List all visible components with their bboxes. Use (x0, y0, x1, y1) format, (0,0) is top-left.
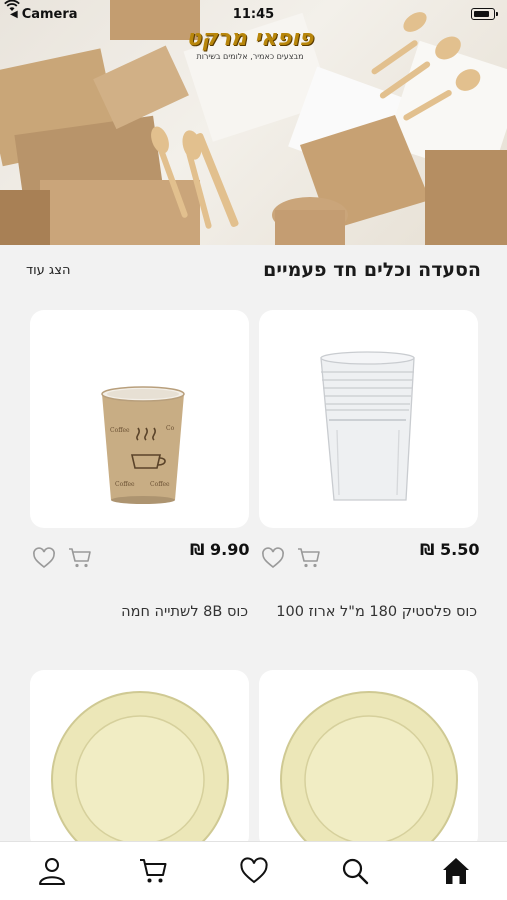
show-more-link[interactable]: הצג עוד (26, 263, 70, 278)
svg-text:Coffee: Coffee (150, 481, 170, 488)
paper-coffee-cup-image: Coffee Coffee Coffee Co (101, 386, 185, 504)
home-icon[interactable] (441, 856, 471, 886)
status-bar: ◀ Camera 11:45 (0, 0, 507, 28)
cream-plate-image (280, 691, 458, 850)
product-card-image[interactable] (259, 670, 478, 850)
back-app-label: Camera (21, 6, 78, 22)
plastic-cups-image (320, 351, 415, 501)
svg-text:Coffee: Coffee (110, 427, 130, 434)
svg-text:Co: Co (166, 425, 175, 432)
favorite-heart-icon[interactable] (261, 546, 285, 570)
bottom-tab-bar (0, 841, 507, 900)
user-icon[interactable] (37, 856, 67, 886)
section-title: הסעדה וכלים חד פעמיים (263, 259, 481, 281)
product-name[interactable]: כוס פלסטיק 180 מ"ל ארוז 100 (276, 604, 477, 620)
hero-banner: ◀ Camera 11:45 פופאי מרקט מבצעים כאמיר, … (0, 0, 507, 245)
search-icon[interactable] (340, 856, 370, 886)
wifi-icon (4, 0, 20, 11)
product-card-image[interactable] (259, 310, 478, 528)
product-name[interactable]: כוס 8B לשתייה חמה (121, 604, 248, 620)
cart-icon[interactable] (138, 856, 168, 886)
favorite-heart-icon[interactable] (32, 546, 56, 570)
product-card-image[interactable] (30, 670, 249, 850)
section-header: הסעדה וכלים חד פעמיים הצג עוד (0, 245, 507, 295)
cream-plate-image (51, 691, 229, 850)
product-price: ₪ 5.50 (420, 540, 480, 559)
product-card-image[interactable]: Coffee Coffee Coffee Co (30, 310, 249, 528)
product-price: ₪ 9.90 (190, 540, 250, 559)
svg-text:Coffee: Coffee (115, 481, 135, 488)
add-to-cart-icon[interactable] (68, 546, 92, 570)
logo-text: פופאי מרקט (186, 26, 314, 51)
add-to-cart-icon[interactable] (297, 546, 321, 570)
logo-tagline: מבצעים כאמיר, אלומים בשירות (196, 52, 304, 61)
status-back[interactable]: ◀ Camera (4, 0, 78, 22)
brand-logo: פופאי מרקט מבצעים כאמיר, אלומים בשירות (176, 26, 324, 68)
heart-icon[interactable] (239, 856, 269, 886)
battery-icon (471, 8, 498, 20)
